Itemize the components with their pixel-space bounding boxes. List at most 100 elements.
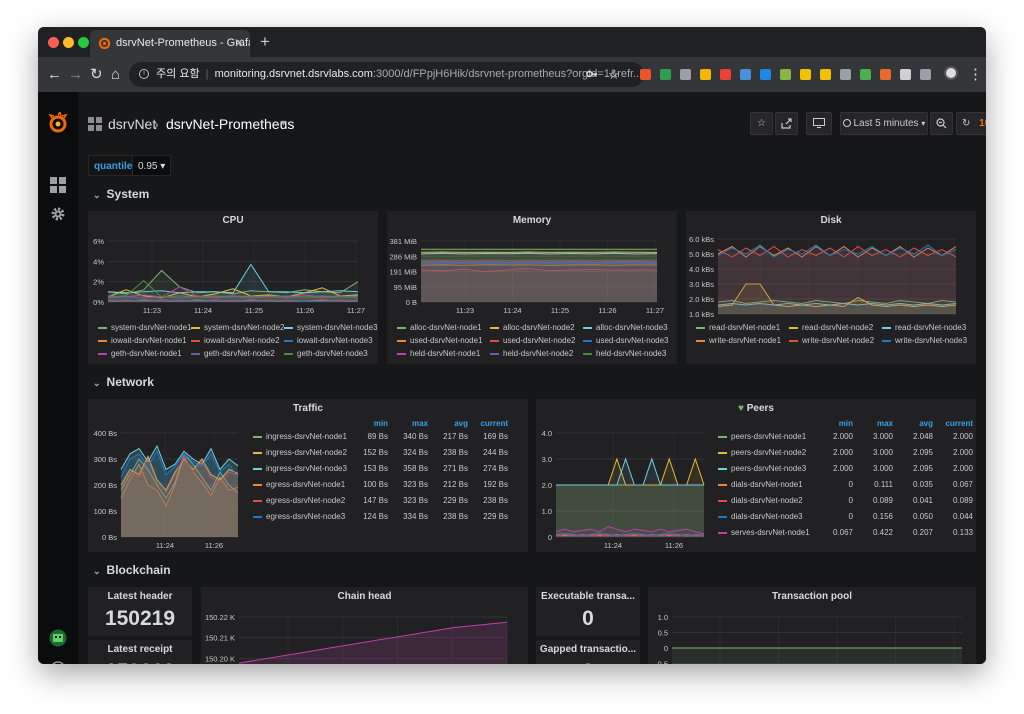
row-system[interactable]: ⌄ System — [93, 187, 149, 201]
browser-extension-icon[interactable] — [780, 69, 791, 80]
panel-gapped-transactions[interactable]: Gapped transactio... 0 — [536, 640, 640, 664]
legend-table-row[interactable]: serves-dsrvNet-node1 0.067 0.422 0.207 0.133 — [718, 525, 973, 541]
dashboard-title-caret-icon[interactable]: ▾ — [281, 108, 286, 140]
legend-column-header[interactable]: min — [813, 419, 853, 428]
panel-latest-header[interactable]: Latest header 150219 — [88, 587, 192, 636]
legend-table-row[interactable]: ingress-dsrvNet-node1 89 Bs 340 Bs 217 Bs 16… — [253, 429, 523, 445]
browser-extension-icon[interactable] — [680, 69, 691, 80]
legend-table-row[interactable]: egress-dsrvNet-node1 100 Bs 323 Bs 212 Bs 19… — [253, 477, 523, 493]
legend-item[interactable]: used-dsrvNet-node3 — [583, 334, 668, 347]
security-info-icon[interactable]: i — [139, 69, 149, 80]
legend-item[interactable]: held-dsrvNet-node2 — [490, 347, 573, 360]
row-network[interactable]: ⌄ Network — [93, 375, 154, 389]
legend-item[interactable]: read-dsrvNet-node1 — [696, 321, 780, 334]
panel-chain-head[interactable]: Chain head 150.22 K 150.21 K 150.20 K 150.1… — [201, 587, 528, 664]
legend-table-row[interactable]: ingress-dsrvNet-node2 152 Bs 324 Bs 238 Bs 2… — [253, 445, 523, 461]
reload-button[interactable]: ↻ — [90, 57, 103, 92]
legend-item[interactable]: read-dsrvNet-node2 — [789, 321, 873, 334]
window-maximize-dot[interactable] — [78, 37, 89, 48]
url-field[interactable]: i 주의 요함 | monitoring.dsrvnet.dsrvlabs.co… — [129, 62, 644, 87]
disk-chart[interactable]: 6.0 kBs 5.0 kBs 4.0 kBs 3.0 kBs 2.0 kBs 1.0 k… — [686, 227, 976, 317]
legend-item[interactable]: iowait-dsrvNet-node2 — [191, 334, 280, 347]
browser-extension-icon[interactable] — [860, 69, 871, 80]
legend-table-row[interactable]: dials-dsrvNet-node1 0 0.111 0.035 0.067 — [718, 477, 973, 493]
legend-item[interactable]: used-dsrvNet-node2 — [490, 334, 575, 347]
legend-item[interactable]: read-dsrvNet-node3 — [882, 321, 966, 334]
legend-item[interactable]: system-dsrvNet-node1 — [98, 321, 191, 334]
legend-column-header[interactable]: max — [388, 419, 428, 428]
legend-item[interactable]: held-dsrvNet-node1 — [397, 347, 480, 360]
browser-extension-icon[interactable] — [800, 69, 811, 80]
window-close-dot[interactable] — [48, 37, 59, 48]
browser-extension-icon[interactable] — [660, 69, 671, 80]
legend-item[interactable]: alloc-dsrvNet-node3 — [583, 321, 668, 334]
legend-table-row[interactable]: dials-dsrvNet-node3 0 0.156 0.050 0.044 — [718, 509, 973, 525]
panel-latest-receipt[interactable]: Latest receipt 150219 — [88, 640, 192, 664]
panel-peers[interactable]: ♥ Peers 4.0 3.0 2.0 1.0 0 11:24 11:26 min max av… — [536, 399, 976, 552]
cycle-view-mode-button[interactable] — [806, 112, 832, 135]
panel-transaction-pool[interactable]: Transaction pool 1.0 0.5 0 -0.5 -1.0 11:23 11:… — [648, 587, 976, 664]
browser-extension-icon[interactable] — [880, 69, 891, 80]
browser-tab[interactable]: dsrvNet-Prometheus - Grafana ✕ — [90, 30, 250, 57]
memory-chart[interactable]: 381 MiB 286 MiB 191 MiB 95 MiB 0 B 11:23 11:24… — [387, 227, 677, 317]
time-picker-button[interactable]: Last 5 minutes ▾ — [840, 112, 928, 135]
legend-item[interactable]: used-dsrvNet-node1 — [397, 334, 482, 347]
legend-table-row[interactable]: egress-dsrvNet-node2 147 Bs 323 Bs 229 Bs 23… — [253, 493, 523, 509]
share-dashboard-button[interactable] — [775, 112, 798, 135]
browser-extension-icon[interactable] — [840, 69, 851, 80]
variable-select-quantile[interactable]: 0.95 ▾ — [132, 155, 172, 176]
legend-item[interactable]: geth-dsrvNet-node2 — [191, 347, 275, 360]
legend-item[interactable]: geth-dsrvNet-node3 — [284, 347, 368, 360]
breadcrumb-folder[interactable]: dsrvNet — [108, 108, 156, 140]
legend-column-header[interactable]: min — [348, 419, 388, 428]
panel-cpu[interactable]: CPU 6% 4% 2% 0% 11:23 11:24 11:25 11:26 11:27 sy… — [88, 211, 378, 364]
legend-column-header[interactable]: max — [853, 419, 893, 428]
profile-avatar-icon[interactable] — [944, 66, 958, 80]
legend-column-header[interactable]: avg — [428, 419, 468, 428]
key-icon[interactable] — [586, 68, 598, 80]
panel-memory[interactable]: Memory 381 MiB 286 MiB 191 MiB 95 MiB 0 B 11:… — [387, 211, 677, 364]
browser-extension-icon[interactable] — [900, 69, 911, 80]
legend-table-row[interactable]: dials-dsrvNet-node2 0 0.089 0.041 0.089 — [718, 493, 973, 509]
gear-icon[interactable] — [50, 206, 66, 222]
grafana-logo-icon[interactable] — [48, 112, 68, 134]
legend-table-row[interactable]: peers-dsrvNet-node2 2.000 3.000 2.095 2.000 — [718, 445, 973, 461]
legend-table-row[interactable]: ingress-dsrvNet-node3 153 Bs 358 Bs 271 Bs 2… — [253, 461, 523, 477]
cpu-chart[interactable]: 6% 4% 2% 0% 11:23 11:24 11:25 11:26 11:27 — [88, 227, 378, 317]
zoom-out-button[interactable] — [930, 112, 953, 135]
legend-item[interactable]: held-dsrvNet-node3 — [583, 347, 666, 360]
browser-extension-icon[interactable] — [640, 69, 651, 80]
legend-item[interactable]: alloc-dsrvNet-node2 — [490, 321, 575, 334]
browser-menu-icon[interactable]: ⋮ — [968, 57, 983, 92]
browser-extension-icon[interactable] — [700, 69, 711, 80]
legend-table-row[interactable]: egress-dsrvNet-node3 124 Bs 334 Bs 238 Bs 22… — [253, 509, 523, 525]
dashboard-title[interactable]: dsrvNet-Prometheus — [166, 108, 294, 140]
transaction-pool-chart[interactable]: 1.00.50-0.5-1.011:23 11:24 11:25 11:26 11:27 — [648, 603, 976, 664]
forward-button[interactable]: → — [68, 57, 83, 92]
legend-item[interactable]: geth-dsrvNet-node1 — [98, 347, 182, 360]
panel-executable-transactions[interactable]: Executable transa... 0 — [536, 587, 640, 636]
refresh-button[interactable]: ↻ 10s ▾ — [956, 112, 986, 135]
chain-head-chart[interactable]: 150.22 K150.21 K150.20 K150.19 K11:23 11:… — [201, 603, 528, 664]
dashboards-icon[interactable] — [50, 177, 66, 193]
legend-table-row[interactable]: peers-dsrvNet-node3 2.000 3.000 2.095 2.000 — [718, 461, 973, 477]
traffic-chart[interactable]: 400 Bs 300 Bs 200 Bs 100 Bs 0 Bs 11:24 11:26 — [88, 415, 248, 552]
tab-close-icon[interactable]: ✕ — [234, 30, 244, 57]
star-dashboard-button[interactable]: ☆ — [750, 112, 773, 135]
browser-extension-icon[interactable] — [920, 69, 931, 80]
row-blockchain[interactable]: ⌄ Blockchain — [93, 563, 171, 577]
browser-extension-icon[interactable] — [720, 69, 731, 80]
peers-chart[interactable]: 4.0 3.0 2.0 1.0 0 11:24 11:26 — [536, 415, 716, 552]
legend-table-row[interactable]: peers-dsrvNet-node1 2.000 3.000 2.048 2.000 — [718, 429, 973, 445]
legend-item[interactable]: write-dsrvNet-node1 — [696, 334, 781, 347]
browser-extension-icon[interactable] — [820, 69, 831, 80]
legend-column-header[interactable]: current — [468, 419, 508, 428]
browser-extension-icon[interactable] — [740, 69, 751, 80]
window-minimize-dot[interactable] — [63, 37, 74, 48]
legend-column-header[interactable]: avg — [893, 419, 933, 428]
legend-item[interactable]: iowait-dsrvNet-node3 — [284, 334, 373, 347]
legend-item[interactable]: iowait-dsrvNet-node1 — [98, 334, 187, 347]
home-button[interactable]: ⌂ — [111, 57, 120, 92]
help-icon[interactable]: ? — [50, 661, 66, 664]
browser-extension-icon[interactable] — [760, 69, 771, 80]
